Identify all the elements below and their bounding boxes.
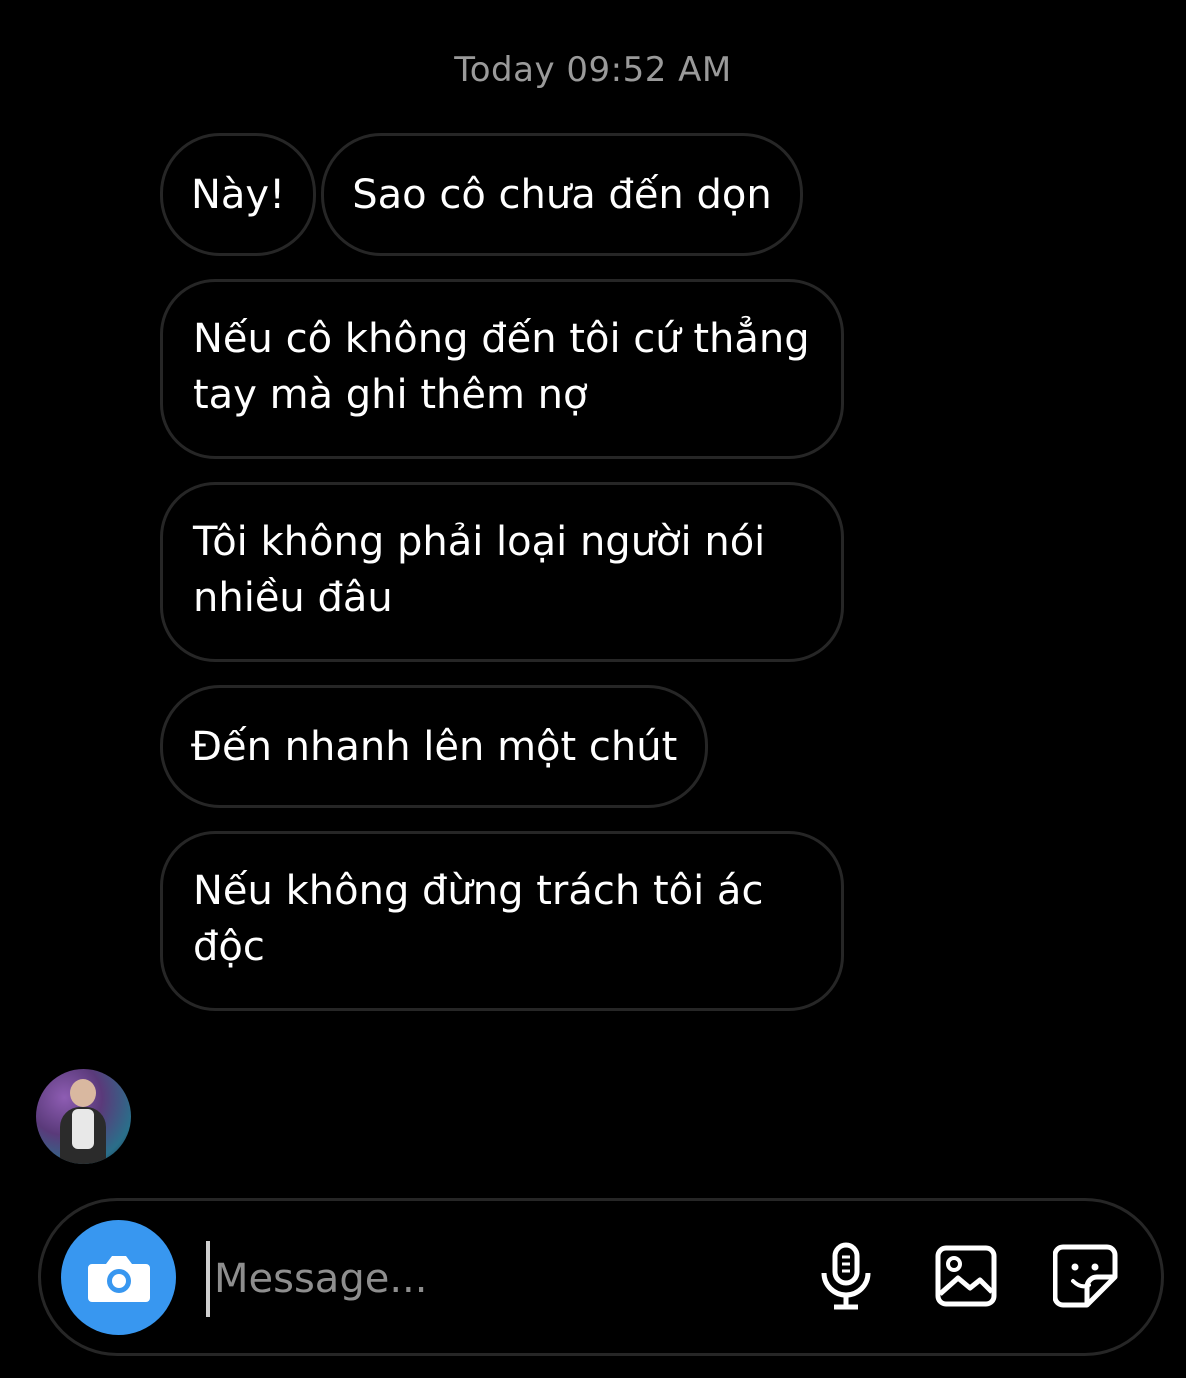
sticker-icon — [1053, 1244, 1118, 1308]
message-bubble[interactable]: Nếu cô không đến tôi cứ thẳng tay mà ghi… — [160, 279, 844, 459]
message-thread: Này! Sao cô chưa đến dọn Nếu cô không đế… — [160, 133, 860, 1034]
message-bubble[interactable]: Nếu không đừng trách tôi ác độc — [160, 831, 844, 1011]
message-composer — [38, 1198, 1164, 1356]
message-bubble[interactable]: Đến nhanh lên một chút — [160, 685, 709, 808]
message-bubble[interactable]: Sao cô chưa đến dọn — [321, 133, 803, 256]
message-text: Này! — [191, 171, 286, 218]
message-text: Sao cô chưa đến dọn — [352, 171, 772, 218]
camera-icon — [87, 1255, 150, 1302]
message-text: Nếu không đừng trách tôi ác độc — [193, 868, 764, 970]
sender-avatar[interactable] — [36, 1069, 131, 1164]
timestamp: Today 09:52 AM — [454, 50, 732, 90]
camera-button[interactable] — [61, 1220, 176, 1335]
voice-button[interactable] — [811, 1241, 881, 1311]
sticker-button[interactable] — [1051, 1241, 1121, 1311]
message-text: Tôi không phải loại người nói nhiều đâu — [193, 519, 766, 621]
gallery-button[interactable] — [931, 1241, 1001, 1311]
microphone-icon — [821, 1242, 871, 1310]
message-bubble[interactable]: Này! — [160, 133, 317, 256]
message-bubble[interactable]: Tôi không phải loại người nói nhiều đâu — [160, 482, 844, 662]
image-icon — [935, 1245, 997, 1307]
message-text: Đến nhanh lên một chút — [191, 723, 678, 770]
message-text: Nếu cô không đến tôi cứ thẳng tay mà ghi… — [193, 316, 810, 418]
message-input[interactable] — [206, 1241, 776, 1317]
